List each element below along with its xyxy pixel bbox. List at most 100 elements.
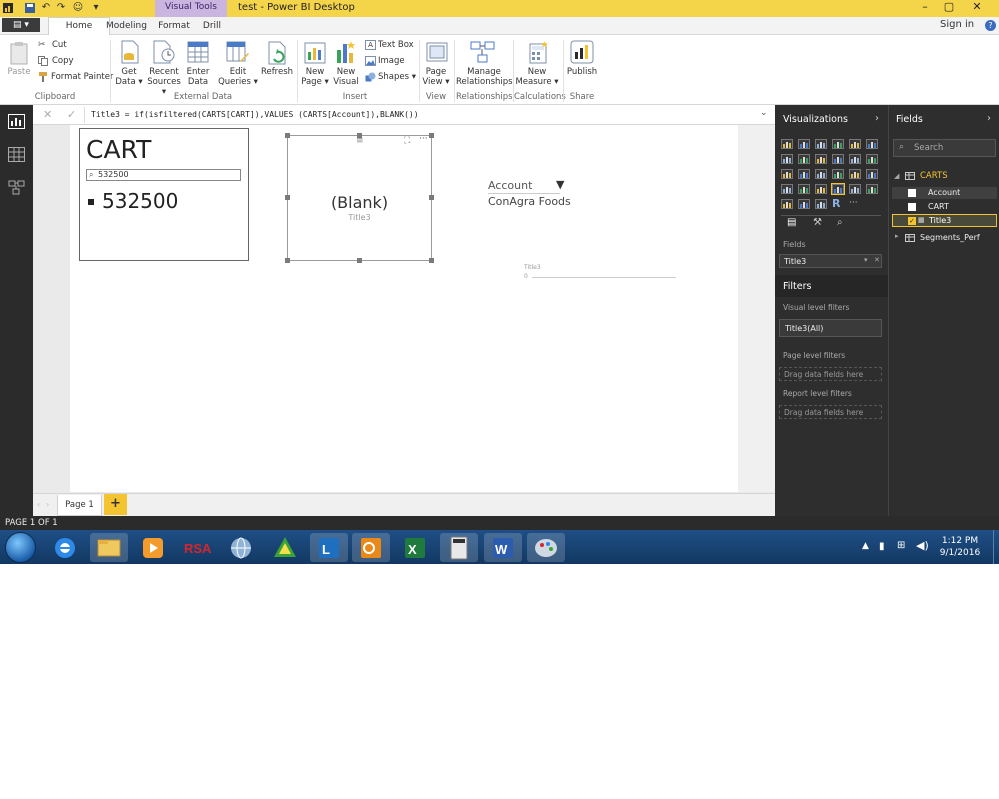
resize-handle[interactable] [357,133,362,138]
add-page-button[interactable]: + [104,494,127,515]
card-icon[interactable] [831,183,845,195]
resize-handle[interactable] [429,195,434,200]
pie-chart-icon[interactable] [815,169,827,179]
line-chart-icon[interactable] [781,154,793,164]
word-icon[interactable]: W [484,533,522,562]
lync-icon[interactable]: L [310,533,348,562]
title3-mini-chart[interactable]: Title3 0 [520,262,680,284]
excel-icon[interactable]: X [396,533,434,562]
expand-carts-icon[interactable]: ◢ [894,172,899,180]
resize-handle[interactable] [285,133,290,138]
show-hidden-icons-icon[interactable]: ▲ [862,541,869,551]
report-filter-drop-zone[interactable]: Drag data fields here [779,405,882,419]
map-icon[interactable] [866,169,878,179]
customize-qat-icon[interactable]: ▾ [90,2,102,14]
new-page-button[interactable]: New Page ▾ [299,67,331,87]
account-slicer-value[interactable]: ConAgra Foods [488,195,571,208]
stacked-area-icon[interactable] [815,154,827,164]
paint-icon[interactable] [527,533,565,562]
help-icon[interactable]: ? [985,20,996,31]
stacked-column-icon[interactable] [798,139,810,149]
collapse-fields-icon[interactable]: › [987,113,991,124]
canvas-vertical-scrollbar[interactable] [738,125,775,492]
matrix-icon[interactable] [815,199,827,209]
cart-slicer-visual[interactable]: CART ⌕ 532500 532500 [79,128,249,261]
gauge-icon[interactable] [815,184,827,194]
100-column-icon[interactable] [866,139,878,149]
field-dropdown-icon[interactable]: ▾ [864,256,868,264]
show-desktop-button[interactable] [993,530,999,564]
table-visual-icon[interactable] [798,199,810,209]
paste-button[interactable]: Paste [4,67,34,77]
tab-drill[interactable]: Drill [199,18,225,35]
relationships-view-icon[interactable] [8,180,25,195]
scatter-icon[interactable] [798,169,810,179]
formula-commit-icon[interactable]: ✓ [67,108,76,121]
fields-well-title3[interactable]: Title3 ▾ ✕ [779,254,882,268]
copy-button[interactable]: Copy [52,56,74,66]
calculator-icon[interactable] [440,533,478,562]
fields-search-input[interactable]: ⌕ Search [893,139,996,157]
field-checkbox-title3-checked-icon[interactable]: ✓ [908,217,916,225]
shapes-button[interactable]: Shapes ▾ [378,72,416,82]
resize-handle[interactable] [429,133,434,138]
maximize-icon[interactable]: ▢ [940,0,958,15]
close-icon[interactable]: ✕ [968,0,986,15]
start-button-windows-icon[interactable] [5,532,36,563]
page-scroll-left-icon[interactable]: ‹ [37,500,40,509]
100-bar-icon[interactable] [849,139,861,149]
ribbon-chart-icon[interactable] [866,154,878,164]
image-button[interactable]: Image [378,56,405,66]
field-row-cart[interactable]: CART [892,201,997,213]
slicer-item-label[interactable]: 532500 [102,189,178,213]
more-visuals-icon[interactable]: ··· [849,199,861,209]
page-scroll-right-icon[interactable]: › [46,500,49,509]
minimize-icon[interactable]: – [916,0,934,15]
undo-icon[interactable]: ↶ [40,2,52,14]
get-data-button[interactable]: Get Data ▾ [112,67,146,87]
media-player-icon[interactable] [134,533,172,562]
text-box-button[interactable]: Text Box [378,40,414,50]
waterfall-icon[interactable] [781,169,793,179]
refresh-button[interactable]: Refresh [259,67,295,77]
chevron-down-icon[interactable]: ▼ [556,178,564,191]
table-carts[interactable]: CARTS [920,171,948,181]
recycle-app-icon[interactable] [266,533,304,562]
resize-handle[interactable] [285,258,290,263]
page-view-button[interactable]: Page View ▾ [420,67,452,87]
slicer-icon[interactable] [781,199,793,209]
slicer-item-checkbox[interactable] [88,199,94,205]
report-view-icon[interactable] [8,114,25,129]
file-explorer-icon[interactable] [90,533,128,562]
title3-card-visual[interactable]: ≡ ⛶ ··· (Blank) Title3 [287,134,432,261]
file-menu-button[interactable]: ▤ ▾ [2,18,40,32]
rsa-token-icon[interactable]: RSA [178,533,216,562]
collapse-visualizations-icon[interactable]: › [875,113,879,124]
field-remove-icon[interactable]: ✕ [874,256,880,264]
field-row-account[interactable]: Account [892,187,997,199]
table-segments-perf[interactable]: Segments_Perf [920,233,980,242]
format-paint-roller-icon[interactable]: ⚒ [813,217,822,228]
format-painter-button[interactable]: Format Painter [51,72,113,82]
tab-format[interactable]: Format [156,18,192,35]
device-tray-icon[interactable]: ▮ [879,541,885,552]
account-slicer-visual[interactable]: Account ▼ [488,178,574,194]
formula-expand-icon[interactable]: ⌄ [760,108,768,118]
internet-explorer-icon[interactable] [46,533,84,562]
edit-queries-button[interactable]: Edit Queries ▾ [217,67,259,87]
focus-mode-icon[interactable]: ⛶ [404,136,410,146]
enter-data-button[interactable]: Enter Data [182,67,214,87]
manage-relationships-button[interactable]: Manage Relationships [456,67,513,87]
formula-input[interactable]: Title3 = if(isfiltered(CARTS[CART]),VALU… [91,110,419,119]
new-visual-button[interactable]: New Visual [330,67,362,87]
publish-button[interactable]: Publish [564,67,600,77]
donut-chart-icon[interactable] [832,169,844,179]
network-globe-icon[interactable] [222,533,260,562]
line-column-icon[interactable] [832,154,844,164]
clustered-column-icon[interactable] [832,139,844,149]
resize-handle[interactable] [285,195,290,200]
line-clustered-icon[interactable] [849,154,861,164]
treemap-icon[interactable] [849,169,861,179]
volume-tray-icon[interactable]: ◀) [916,539,929,552]
filled-map-icon[interactable] [781,184,793,194]
